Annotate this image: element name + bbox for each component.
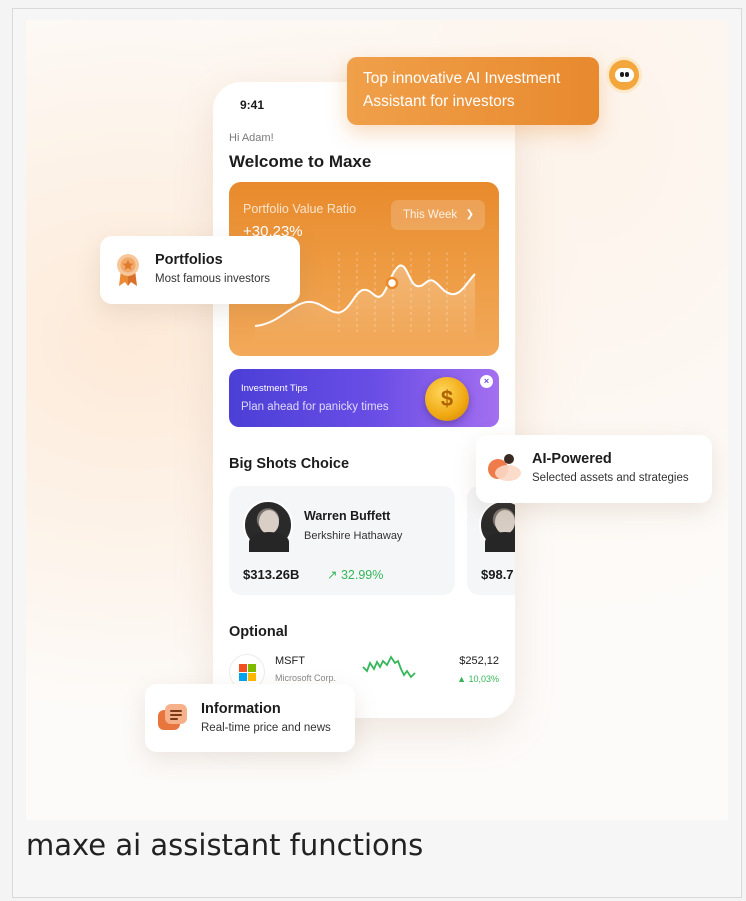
- robot-head: [615, 68, 634, 82]
- greeting-text: Hi Adam!: [229, 132, 274, 144]
- investor-company: Berkshire Hathaway: [304, 530, 403, 542]
- robot-eye: [620, 72, 624, 77]
- portfolios-card[interactable]: Portfolios Most famous investors: [100, 236, 300, 304]
- avatar: [479, 500, 515, 552]
- investor-value: $313.26B: [243, 567, 300, 582]
- chart-marker: [385, 276, 399, 290]
- stock-change: ▲ 10,03%: [457, 674, 499, 684]
- avatar-face: [259, 510, 279, 534]
- big-shots-title: Big Shots Choice: [229, 456, 350, 472]
- portfolio-label: Portfolio Value Ratio: [243, 202, 357, 216]
- stock-name: Microsoft Corp.: [275, 673, 337, 683]
- news-icon: [158, 704, 187, 730]
- robot-eye: [625, 72, 629, 77]
- big-shot-card[interactable]: Warren Buffett Berkshire Hathaway $313.2…: [229, 486, 455, 595]
- welcome-title: Welcome to Maxe: [229, 152, 372, 171]
- avatar-suit: [249, 532, 289, 552]
- stock-ticker: MSFT: [275, 655, 305, 667]
- portfolios-title: Portfolios: [155, 252, 223, 268]
- investment-tips-card[interactable]: Investment Tips Plan ahead for panicky t…: [229, 369, 499, 427]
- chevron-down-icon: ❯: [465, 209, 474, 220]
- phone-mockup: 9:41 Hi Adam! Welcome to Maxe Portfolio …: [213, 82, 515, 718]
- investor-value: $98.7: [481, 567, 514, 582]
- ai-powered-title: AI-Powered: [532, 451, 612, 467]
- robot-icon: [606, 57, 642, 93]
- dollar-coin-icon: $: [425, 377, 469, 421]
- ai-powered-icon: [488, 454, 521, 481]
- ai-powered-card[interactable]: AI-Powered Selected assets and strategie…: [476, 435, 712, 503]
- avatar-face: [495, 510, 515, 534]
- ai-intro-bubble: Top innovative AI Investment Assistant f…: [347, 57, 599, 125]
- stock-sparkline: [362, 655, 416, 679]
- ai-powered-subtitle: Selected assets and strategies: [532, 472, 689, 484]
- investor-name: Warren Buffett: [304, 509, 391, 523]
- period-select-label: This Week: [403, 209, 458, 221]
- medal-icon: [117, 254, 139, 286]
- tips-title: Investment Tips: [241, 383, 308, 394]
- stock-price: $252,12: [459, 655, 499, 667]
- avatar: [243, 500, 293, 552]
- status-time: 9:41: [240, 98, 265, 112]
- optional-title: Optional: [229, 624, 288, 640]
- tips-text: Plan ahead for panicky times: [241, 401, 389, 413]
- period-select[interactable]: This Week ❯: [391, 200, 485, 230]
- investor-change: ↗ 32.99%: [327, 568, 384, 582]
- information-title: Information: [201, 701, 281, 717]
- information-subtitle: Real-time price and news: [201, 722, 331, 734]
- information-card[interactable]: Information Real-time price and news: [145, 684, 355, 752]
- portfolios-subtitle: Most famous investors: [155, 273, 271, 285]
- avatar-suit: [485, 532, 515, 552]
- hero-image: 9:41 Hi Adam! Welcome to Maxe Portfolio …: [26, 20, 728, 820]
- close-icon[interactable]: ×: [480, 375, 493, 388]
- image-caption: maxe ai assistant functions: [26, 828, 424, 862]
